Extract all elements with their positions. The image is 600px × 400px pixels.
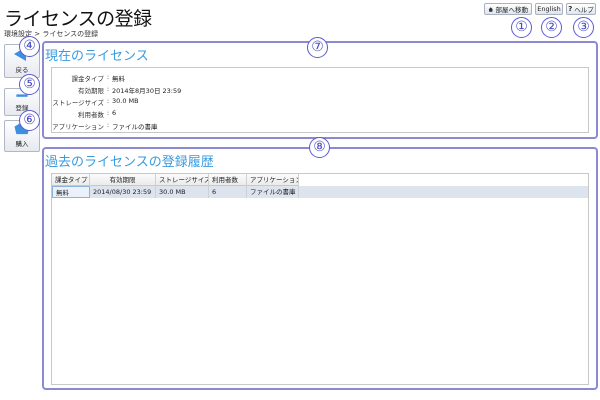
info-label: 利用者数 bbox=[78, 111, 104, 119]
marker-2: ② bbox=[541, 17, 562, 38]
marker-3: ③ bbox=[573, 17, 594, 38]
marker-8: ⑧ bbox=[309, 137, 330, 158]
column-header-billing-type[interactable]: 課金タイプ bbox=[52, 174, 90, 186]
license-history-panel: 過去のライセンスの登録履歴 課金タイプ 有効期限 ストレージサイズ 利用者数 ア… bbox=[42, 147, 598, 390]
table-header: 課金タイプ 有効期限 ストレージサイズ 利用者数 アプリケーション bbox=[52, 174, 299, 186]
info-value: 無料 bbox=[112, 75, 125, 83]
current-license-title: 現在のライセンス bbox=[45, 49, 149, 64]
help-icon: ? bbox=[568, 5, 573, 13]
column-header-storage[interactable]: ストレージサイズ bbox=[156, 174, 209, 186]
info-row-expiry: 有効期限: 2014年8月30日 23:59 bbox=[52, 85, 181, 96]
info-label: アプリケーション bbox=[52, 123, 104, 131]
column-header-users[interactable]: 利用者数 bbox=[209, 174, 247, 186]
breadcrumb: 環境設定 > ライセンスの登録 bbox=[4, 30, 99, 38]
marker-6: ⑥ bbox=[19, 110, 40, 131]
table-row[interactable]: 無料 2014/08/30 23:59 30.0 MB 6 ファイルの書庫 bbox=[52, 186, 588, 198]
info-value: 30.0 MB bbox=[112, 97, 139, 105]
info-value: ファイルの書庫 bbox=[112, 123, 158, 131]
table-cell: 6 bbox=[209, 186, 247, 198]
info-label: 課金タイプ bbox=[71, 75, 105, 83]
move-to-room-label: 部屋へ移動 bbox=[495, 6, 529, 14]
help-button[interactable]: ? ヘルプ bbox=[566, 3, 596, 15]
english-button[interactable]: English bbox=[535, 3, 563, 15]
info-row-billing-type: 課金タイプ: 無料 bbox=[52, 73, 126, 84]
info-value: 2014年8月30日 23:59 bbox=[112, 87, 182, 95]
column-header-expiry[interactable]: 有効期限 bbox=[90, 174, 156, 186]
current-license-details: 課金タイプ: 無料 有効期限: 2014年8月30日 23:59 ストレージサイ… bbox=[51, 67, 589, 133]
info-row-users: 利用者数: 6 bbox=[52, 109, 116, 120]
marker-1: ① bbox=[511, 17, 532, 38]
marker-7: ⑦ bbox=[307, 37, 328, 58]
license-history-title: 過去のライセンスの登録履歴 bbox=[45, 155, 214, 170]
column-header-application[interactable]: アプリケーション bbox=[247, 174, 299, 186]
help-label: ヘルプ bbox=[574, 6, 594, 14]
table-cell: 2014/08/30 23:59 bbox=[90, 186, 156, 198]
marker-4: ④ bbox=[19, 36, 40, 57]
table-cell: ファイルの書庫 bbox=[247, 186, 299, 198]
info-label: ストレージサイズ bbox=[52, 99, 104, 107]
license-history-table: 課金タイプ 有効期限 ストレージサイズ 利用者数 アプリケーション 無料 201… bbox=[51, 173, 589, 385]
info-row-storage: ストレージサイズ: 30.0 MB bbox=[52, 97, 139, 107]
table-cell: 30.0 MB bbox=[156, 186, 209, 198]
info-value: 6 bbox=[112, 109, 117, 117]
marker-5: ⑤ bbox=[19, 74, 40, 95]
purchase-label: 購入 bbox=[15, 140, 29, 148]
table-cell: 無料 bbox=[52, 186, 90, 198]
home-icon bbox=[488, 6, 493, 12]
move-to-room-button[interactable]: 部屋へ移動 bbox=[484, 3, 532, 15]
page-title: ライセンスの登録 bbox=[4, 8, 152, 30]
back-label: 戻る bbox=[15, 66, 29, 74]
info-label: 有効期限 bbox=[78, 87, 104, 95]
info-row-application: アプリケーション: ファイルの書庫 bbox=[52, 121, 158, 131]
